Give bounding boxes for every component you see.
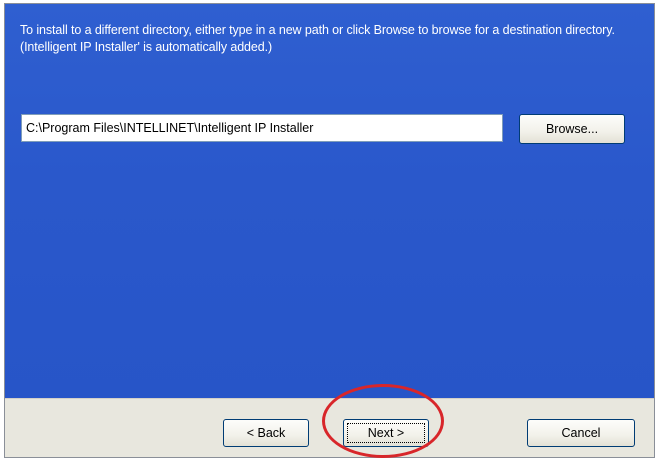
install-path-input[interactable]: C:\Program Files\INTELLINET\Intelligent … [21, 114, 503, 142]
cancel-button[interactable]: Cancel [527, 419, 635, 447]
focus-indicator [347, 423, 425, 443]
installer-dialog: To install to a different directory, eit… [4, 3, 655, 458]
button-bar: < Back Next > Cancel [5, 398, 654, 457]
browse-button[interactable]: Browse... [519, 114, 625, 144]
content-panel: To install to a different directory, eit… [5, 4, 654, 398]
back-button[interactable]: < Back [223, 419, 309, 447]
next-button[interactable]: Next > [343, 419, 429, 447]
instructions-text: To install to a different directory, eit… [20, 23, 615, 54]
